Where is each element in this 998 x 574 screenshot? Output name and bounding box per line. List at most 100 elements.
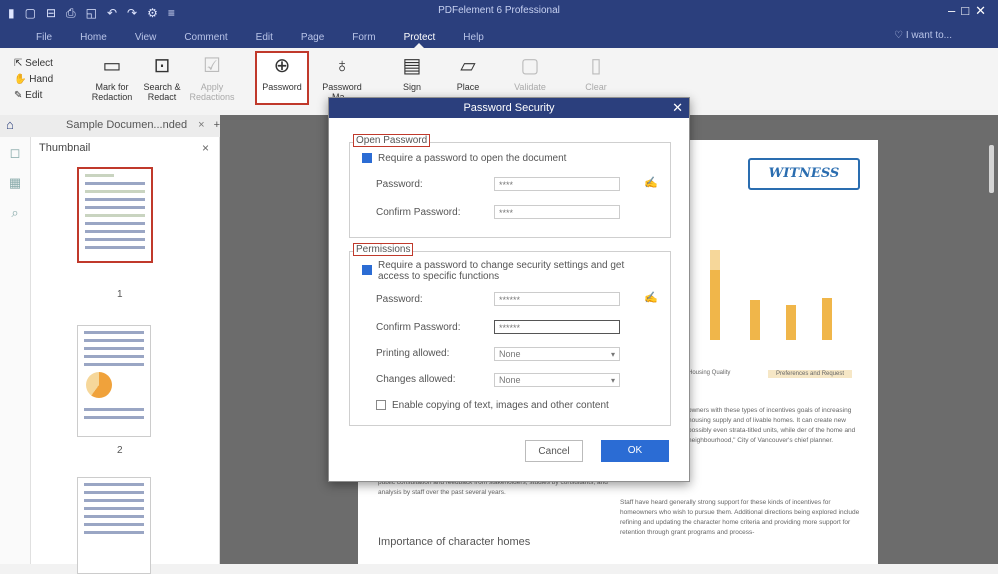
menu-help[interactable]: Help [449,27,498,48]
edit-icon: ✎ [14,90,26,101]
menu-file[interactable]: File [22,27,66,48]
changes-allowed-select[interactable]: None ▾ [494,373,620,387]
select-tool[interactable]: ⇱ Select [14,56,53,72]
dialog-title: Password Security [463,102,555,114]
password-manager-button[interactable]: ♁ PasswordMa... [316,54,368,102]
search-box[interactable]: ♡ I want to... [894,30,952,41]
menu-view[interactable]: View [121,27,171,48]
menu-comment[interactable]: Comment [170,27,241,48]
search-icon[interactable]: ⌕ [6,205,24,227]
document-tab[interactable]: Sample Documen...nded × + [66,119,220,131]
thumbnail-panel-title: Thumbnail [39,142,91,154]
open-password-group-title: Open Password [353,134,431,147]
sign-button[interactable]: ▤ Sign [386,54,438,92]
sign-icon: ▤ [402,55,422,77]
checkbox-checked-icon [362,265,372,275]
dropdown-arrow-icon: ▾ [610,350,615,359]
section-heading: Importance of character homes [378,536,531,548]
apply-redaction-icon: ☑ [203,55,221,77]
attachment-icon[interactable]: ▦ [6,175,24,197]
permissions-group: Permissions Require a password to change… [349,243,671,426]
place-icon: ▱ [460,55,476,77]
chart-bar [710,250,720,270]
page-thumbnail[interactable] [77,477,151,574]
chart-legend-item: Housing Quality [688,370,731,376]
chart-bar [710,270,720,340]
cancel-button[interactable]: Cancel [525,440,583,462]
lightbulb-icon: ♡ [894,30,904,41]
place-signature-button[interactable]: ▱ Place [442,54,494,92]
window-title: PDFelement 6 Professional [438,5,560,16]
menu-form[interactable]: Form [338,27,389,48]
thumbnail-panel: Thumbnail × 1 2 [31,137,245,574]
hand-tool[interactable]: ✋ Hand [14,72,53,88]
close-dialog-icon[interactable]: ✕ [672,98,683,118]
printing-allowed-label: Printing allowed: [376,348,450,359]
changes-allowed-label: Changes allowed: [376,374,456,385]
perm-confirm-label: Confirm Password: [376,322,461,333]
document-scrollbar[interactable] [989,145,994,193]
menu-edit[interactable]: Edit [242,27,287,48]
page-thumbnail[interactable] [77,167,153,263]
home-icon[interactable]: ⌂ [6,117,30,135]
close-tab-icon[interactable]: × [198,119,204,131]
lock-icon: ⊕ [273,55,291,77]
redaction-mark-icon: ▭ [102,55,122,77]
apply-redactions-button[interactable]: ☑ Apply Redactions [186,54,238,102]
require-permissions-password-checkbox[interactable]: Require a password to change security se… [362,260,652,282]
checkbox-checked-icon [362,153,372,164]
document-tab-title: Sample Documen...nded [66,119,188,131]
select-icon: ⇱ [14,58,26,69]
menu-protect[interactable]: Protect [390,27,450,48]
chart-bar [822,298,832,340]
checkbox-unchecked-icon [376,400,386,411]
perm-password-field[interactable]: ****** [494,292,620,306]
open-confirm-label: Confirm Password: [376,207,461,218]
page-number: 1 [117,289,123,300]
search-placeholder: I want to... [905,30,952,41]
dropdown-arrow-icon: ▾ [610,376,615,385]
open-confirm-field[interactable]: **** [494,205,620,219]
window-controls[interactable]: –□✕ [948,3,992,19]
left-rail: ▮ ◻ ▦ ⌕ [0,137,162,564]
perm-password-label: Password: [376,294,423,305]
clear-icon: ▯ [590,55,602,77]
body-text: Staff have heard generally strong suppor… [620,499,860,536]
validate-icon: ▢ [520,55,540,77]
mark-for-redaction-button[interactable]: ▭ Mark for Redaction [86,54,138,102]
permissions-group-title: Permissions [353,243,414,256]
witness-badge: WITNESS [748,158,860,190]
open-password-group: Open Password Require a password to open… [349,134,671,238]
close-panel-icon[interactable]: × [202,141,209,155]
edit-password-icon[interactable]: ✍ [644,291,658,304]
menu-bar: File Home View Comment Edit Page Form Pr… [22,27,498,48]
page-thumbnail[interactable] [77,325,151,437]
printing-allowed-select[interactable]: None ▾ [494,347,620,361]
body-text: owners with these types of incentives go… [688,407,856,444]
ok-button[interactable]: OK [601,440,669,462]
validate-button[interactable]: ▢ Validate [504,54,556,92]
password-security-dialog: Password Security ✕ Open Password Requir… [328,97,690,482]
hand-icon: ✋ [14,74,30,85]
password-button[interactable]: ⊕ Password [255,51,309,105]
search-redact-button[interactable]: ⊡ Search & Redact [136,54,188,102]
perm-confirm-field[interactable]: ****** [494,320,620,334]
search-redact-icon: ⊡ [153,55,171,77]
menu-home[interactable]: Home [66,27,121,48]
pie-chart-thumbnail [86,372,112,398]
title-bar: ▮ ▢ ⊟ ⎙ ◱ ↶ ↷ ⚙ ≡ PDFelement 6 Professio… [0,0,998,48]
document-tab-bar: ⌂ Sample Documen...nded × + [0,115,230,138]
dialog-title-bar: Password Security ✕ [329,98,689,118]
tool-group: ⇱ Select ✋ Hand ✎ Edit [14,56,53,104]
chart-legend-item: Preferences and Request [768,370,853,378]
bookmark-icon[interactable]: ◻ [6,145,24,167]
edit-password-icon[interactable]: ✍ [644,176,658,189]
menu-page[interactable]: Page [287,27,338,48]
edit-tool[interactable]: ✎ Edit [14,88,53,104]
page-number: 2 [117,445,123,456]
open-password-field[interactable]: **** [494,177,620,191]
chart-bar [750,300,760,340]
clear-button[interactable]: ▯ Clear [570,54,622,92]
enable-copying-checkbox[interactable]: Enable copying of text, images and other… [376,400,609,411]
require-open-password-checkbox[interactable]: Require a password to open the document [362,153,566,164]
